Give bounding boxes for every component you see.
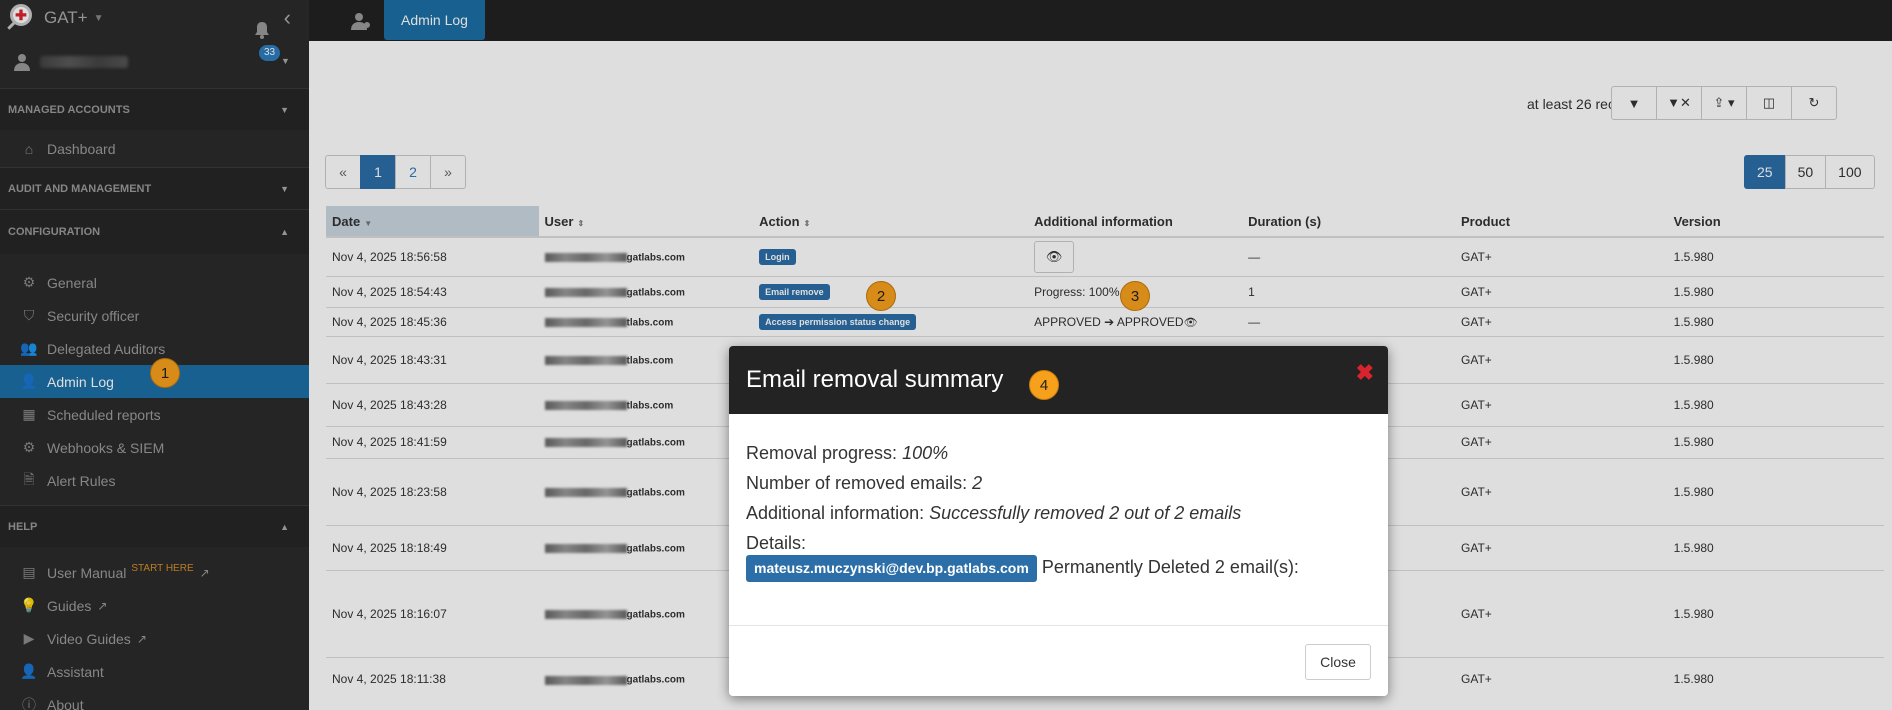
modal-footer: Close [729, 625, 1388, 696]
close-icon[interactable]: ✖ [1356, 360, 1374, 386]
close-button[interactable]: Close [1305, 644, 1371, 680]
additional-info: Additional information: Successfully rem… [746, 503, 1242, 523]
removal-progress: Removal progress: 100% [746, 443, 949, 463]
modal-header: Email removal summary ✖ [729, 346, 1388, 414]
details-line: mateusz.muczynski@dev.bp.gatlabs.com Per… [746, 555, 1371, 582]
removed-count: Number of removed emails: 2 [746, 473, 983, 493]
email-tag: mateusz.muczynski@dev.bp.gatlabs.com [746, 555, 1037, 582]
email-removal-summary-modal: Email removal summary ✖ Removal progress… [729, 346, 1388, 696]
modal-body: Removal progress: 100% Number of removed… [729, 414, 1388, 582]
details-label: Details: [746, 533, 807, 553]
modal-title: Email removal summary [746, 366, 1004, 393]
annotation-badge-4: 4 [1029, 370, 1059, 400]
